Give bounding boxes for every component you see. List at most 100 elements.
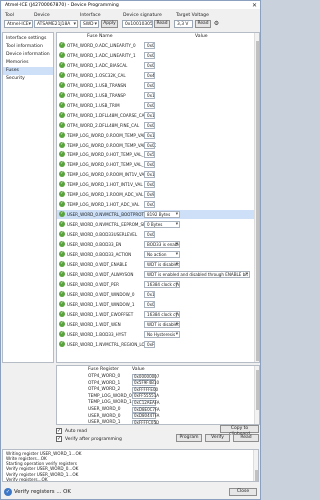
fuse-row[interactable]: ✓TEMP_LOG_WORD_1.HOT_ADC_VAL 0xC12 <box>57 200 255 209</box>
fuse-value-input[interactable]: 0x1A <box>144 131 155 139</box>
fuse-row[interactable]: ✓USER_WORD_0.WDT_PER 16384 clock cycles <box>57 280 255 289</box>
register-value-input[interactable]: 0xC12AEAFA <box>132 399 159 406</box>
fuse-row[interactable]: ✓TEMP_LOG_WORD_1.HOT_INT1V_VAL0x0B <box>57 180 255 189</box>
fuse-row[interactable]: ✓OTP4_WORD_1.DFLL48M_COARSE_CAL0x1C <box>57 111 255 120</box>
close-button[interactable]: Close <box>229 488 257 496</box>
register-value-input[interactable]: 0xD80447FA <box>132 413 159 420</box>
fuse-row[interactable]: ✓USER_WORD_0.BOD33_EN BOD33 is enabled <box>57 240 255 249</box>
sidebar-item-security[interactable]: Security <box>3 75 53 83</box>
fuse-row[interactable]: ✓USER_WORD_1.NVMCTRL_REGION_LOCKS0xFFFF <box>57 340 255 349</box>
fuse-list-scrollbar[interactable] <box>254 33 259 362</box>
register-table-scrollbar[interactable] <box>254 366 259 424</box>
fuse-row[interactable]: ✓ USER_WORD_0.WDT_ALWAYSON WDT is enabled … <box>57 270 255 279</box>
fuse-value-input[interactable]: 0xFFFF <box>144 340 155 348</box>
fuse-value-input[interactable]: 0x9AA <box>144 191 155 199</box>
fuse-value-input[interactable]: 0x03 <box>144 101 155 109</box>
fuse-value-select[interactable]: 16384 clock cycles <box>144 280 180 288</box>
fuse-row[interactable]: ✓ USER_WORD_1.WDT_EWOFFSET 16384 clock cyc… <box>57 310 255 319</box>
scrollbar-thumb[interactable] <box>256 370 259 410</box>
register-value-input[interactable]: 0xFFFFC05D <box>132 419 159 424</box>
fuse-value-input[interactable]: 0x09 <box>144 81 155 89</box>
fuse-value-select[interactable]: 8192 Bytes <box>144 211 180 219</box>
scrollbar-thumb[interactable] <box>256 41 259 361</box>
fuse-row[interactable]: ✓USER_WORD_0.BOD33USERLEVEL 0x07 <box>57 230 255 239</box>
fuse-row[interactable]: ✓ TEMP_LOG_WORD_0.ROOM_INT1V_VAL 0x1 <box>57 170 255 179</box>
register-value-input[interactable]: 0xD8E0C7FA <box>132 406 160 413</box>
fuse-row[interactable]: ✓ TEMP_LOG_WORD_0.HOT_TEMP_VAL_DEC 0x0 <box>57 160 255 169</box>
checkbox-box[interactable]: ✓ <box>56 436 62 442</box>
fuse-value-select[interactable]: No action <box>144 250 180 258</box>
sidebar-item-memories[interactable]: Memories <box>3 59 53 67</box>
fuse-name: USER_WORD_0.WDT_ALWAYSON <box>67 271 134 277</box>
gear-icon[interactable]: ⚙ <box>213 20 220 28</box>
fuse-row[interactable]: ✓OTP4_WORD_1.USB_TRIM 0x03 <box>57 101 255 110</box>
fuse-name: TEMP_LOG_WORD_1.HOT_ADC_VAL <box>67 202 140 208</box>
fuse-value-input[interactable]: 0x1 <box>144 171 155 179</box>
fuse-value-input[interactable]: 0x07 <box>144 231 155 239</box>
fuse-row[interactable]: ✓ USER_WORD_0.NVMCTRL_BOOTPROT 8192 Bytes <box>57 210 255 220</box>
fuse-value-select[interactable]: 0 Bytes <box>144 221 180 229</box>
fuse-row[interactable]: ✓TEMP_LOG_WORD_0.ROOM_TEMP_VAL_INT0x1A <box>57 131 255 140</box>
fuse-row[interactable]: ✓ USER_WORD_1.BOD33_HYST No Hysteresis <box>57 330 255 339</box>
fuse-row[interactable]: ✓OTP4_WORD_1.ADC_LINEARITY_1 0x00 <box>57 51 255 60</box>
sidebar-item-fuses[interactable]: Fuses <box>3 67 53 75</box>
program-button[interactable]: Program <box>176 434 202 442</box>
fuse-row[interactable]: ✓OTP4_WORD_1.USB_TRANSP 0x1D <box>57 91 255 100</box>
sidebar-item-interface-settings[interactable]: Interface settings <box>3 35 53 43</box>
fuse-value-input[interactable]: 0x1 <box>144 290 155 298</box>
verify-button[interactable]: Verify <box>205 434 230 442</box>
sidebar-item-device-information[interactable]: Device information <box>3 51 53 59</box>
close-window-icon[interactable]: ✕ <box>252 2 257 9</box>
fuse-row[interactable]: ✓ USER_WORD_0.NVMCTRL_EEPROM_SIZE 0 Bytes <box>57 220 255 229</box>
read-button[interactable]: Read <box>233 434 259 442</box>
fuse-value-input[interactable]: 0x0 <box>144 161 155 169</box>
fuse-row[interactable]: ✓OTP4_WORD_2.DFLL48M_FINE_CAL 0x000 <box>57 121 255 130</box>
fuse-row[interactable]: ✓TEMP_LOG_WORD_0.HOT_TEMP_VAL_INT0x55 <box>57 150 255 159</box>
fuse-row[interactable]: ✓OTP4_WORD_1.OSC32K_CAL 0x40 <box>57 71 255 80</box>
read-voltage-button[interactable]: Read <box>195 20 211 28</box>
tool-select[interactable]: Atmel-ICE <box>4 20 33 28</box>
interface-select[interactable]: SWD <box>80 20 99 28</box>
fuse-row[interactable]: ✓ USER_WORD_0.WDT_WINDOW_0 0x1 <box>57 290 255 299</box>
register-value-input[interactable]: 0xFF55551A <box>132 393 159 400</box>
fuse-value-input[interactable]: 0x1D <box>144 91 155 99</box>
fuse-name: USER_WORD_0.BOD33USERLEVEL <box>67 232 138 238</box>
apply-button[interactable]: Apply <box>101 20 118 28</box>
fuse-row[interactable]: ✓USER_WORD_1.WDT_WINDOW_1 0x05 <box>57 300 255 309</box>
fuse-value-input[interactable]: 0x40 <box>144 71 155 79</box>
fuse-value-input[interactable]: 0xC12 <box>144 201 155 209</box>
fuse-value-select[interactable]: No Hysteresis <box>144 330 180 338</box>
fuse-value-select[interactable]: WDT is enabled and disabled through ENAB… <box>144 270 250 278</box>
read-signature-button[interactable]: Read <box>154 20 170 28</box>
checkbox-box[interactable]: ✓ <box>56 428 62 434</box>
fuse-row[interactable]: ✓OTP4_WORD_1.USB_TRANSN 0x09 <box>57 81 255 90</box>
fuse-value-input[interactable]: 0x000 <box>144 121 155 129</box>
fuse-value-input[interactable]: 0x00 <box>144 42 155 49</box>
sidebar-item-tool-information[interactable]: Tool information <box>3 43 53 51</box>
fuse-value-input[interactable]: 0x1C <box>144 111 155 119</box>
fuse-value-input[interactable]: 0x0 <box>144 141 155 149</box>
device-select[interactable]: ATSAME21J18A <box>34 20 78 28</box>
register-value-input[interactable]: 0x5F9F4B10 <box>132 380 159 387</box>
fuse-row[interactable]: ✓ USER_WORD_0.BOD33_ACTION No action <box>57 250 255 259</box>
fuse-row[interactable]: ✓ TEMP_LOG_WORD_0.ROOM_TEMP_VAL_DEC 0x0 <box>57 141 255 150</box>
fuse-value-input[interactable]: 0x05 <box>144 300 155 308</box>
fuse-row[interactable]: ✓OTP4_WORD_1.ADC_BIASCAL 0x04 <box>57 61 255 70</box>
fuse-value-input[interactable]: 0x00 <box>144 51 155 59</box>
fuse-value-select[interactable]: WDT is disabled <box>144 260 180 268</box>
fuse-row[interactable]: ✓ USER_WORD_0.WDT_ENABLE WDT is disabled <box>57 260 255 269</box>
scrollbar-thumb[interactable] <box>255 470 258 481</box>
copy-to-clipboard-button[interactable]: Copy to clipboard <box>220 425 259 437</box>
fuse-value-input[interactable]: 0x04 <box>144 61 155 69</box>
fuse-value-select[interactable]: WDT is disabled <box>144 320 180 328</box>
fuse-row[interactable]: ✓TEMP_LOG_WORD_1.ROOM_ADC_VAL0x9AA <box>57 190 255 199</box>
fuse-value-input[interactable]: 0x0B <box>144 181 155 189</box>
register-value-input[interactable]: 0xFFFFFE00 <box>132 386 158 393</box>
fuse-row[interactable]: ✓ USER_WORD_1.WDT_WEN WDT is disabled <box>57 320 255 329</box>
fuse-value-select[interactable]: BOD33 is enabled <box>144 241 180 248</box>
fuse-row[interactable]: ✓OTP4_WORD_0.ADC_LINEARITY_0 0x00 <box>57 41 255 50</box>
fuse-value-input[interactable]: 0x55 <box>144 151 155 159</box>
register-value-input[interactable]: 0x00000007 <box>132 373 159 380</box>
log-scrollbar[interactable] <box>253 450 258 481</box>
fuse-value-select[interactable]: 16384 clock cycles <box>144 310 180 318</box>
